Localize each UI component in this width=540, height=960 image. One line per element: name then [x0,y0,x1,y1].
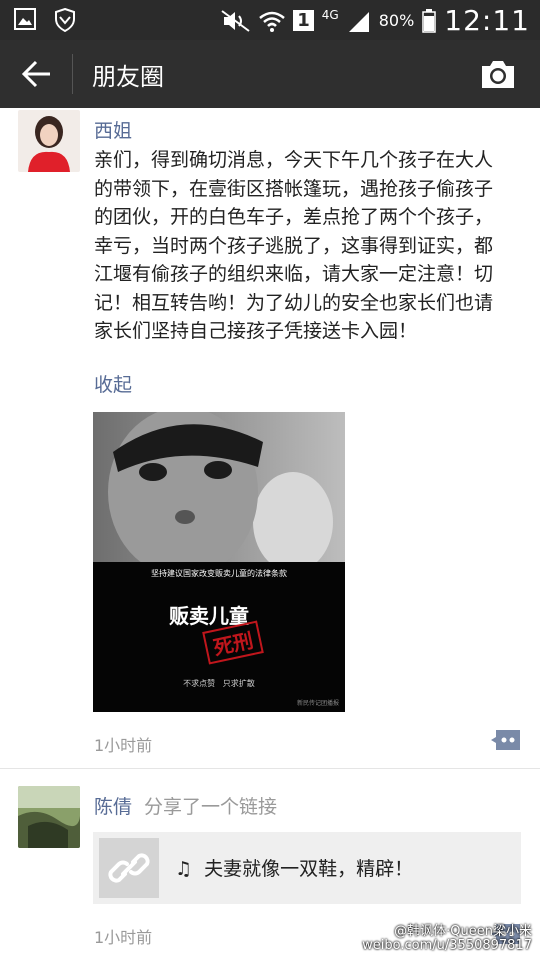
avatar[interactable] [18,786,80,848]
poster-footer: 新民传记团播报 [296,700,339,707]
post-text: 亲们，得到确切消息，今天下午几个孩子在大人的带领下，在壹街区搭帐篷玩，遇抢孩子偷… [94,149,494,342]
clock: 12:11 [444,4,530,37]
link-title-text: 夫妻就像一双鞋，精辟！ [204,858,414,880]
music-note-icon: ♫ [175,858,193,880]
poster-caption: 坚持建议国家改变贩卖儿童的法律条款 [151,569,287,578]
author-name[interactable]: 陈倩 分享了一个链接 [94,792,277,819]
battery-icon [422,8,437,33]
poster-slogan: 不求点赞 只求扩散 [183,679,255,688]
crying-child-photo [93,412,345,712]
author-name[interactable]: 西姐 [94,116,132,143]
watermark-url: weibo.com/u/3550897817 [362,938,532,953]
battery-percent: 80% [378,11,415,30]
shared-link-card[interactable]: ♫ 夫妻就像一双鞋，精辟！ [93,832,521,904]
signal-icon [348,11,369,32]
shield-icon [55,8,75,32]
comment-bubble-icon[interactable] [490,728,522,752]
watermark-handle: @韩讽体·Queen梁小米 [394,924,532,939]
avatar[interactable] [18,110,80,172]
status-bar: 1 4G 80% 12:11 [0,0,540,40]
link-thumbnail [99,838,159,898]
gallery-icon [14,8,36,30]
title-bar: 朋友圈 [0,40,540,108]
link-title: ♫ 夫妻就像一双鞋，精辟！ [175,854,413,881]
collapse-link[interactable]: 收起 [94,370,132,397]
wifi-icon [259,11,286,32]
moment-post: 西姐 亲们，得到确切消息，今天下午几个孩子在大人的带领下，在壹街区搭帐篷玩，遇抢… [0,108,540,768]
page-title: 朋友圈 [92,63,164,91]
sim-slot-badge: 1 [293,10,314,31]
camera-icon[interactable] [480,58,516,90]
post-divider [0,768,540,769]
post-image[interactable]: 坚持建议国家改变贩卖儿童的法律条款 贩卖儿童 死刑 不求点赞 只求扩散 新民传记… [93,412,345,712]
mute-icon [221,9,250,32]
share-note: 分享了一个链接 [144,796,278,818]
link-chain-icon [108,853,150,883]
post-time: 1小时前 [94,928,153,947]
title-divider [72,54,73,94]
author-name-text[interactable]: 陈倩 [94,796,132,818]
post-time: 1小时前 [94,736,153,755]
back-arrow-icon[interactable] [20,58,52,90]
network-type: 4G [321,7,339,22]
